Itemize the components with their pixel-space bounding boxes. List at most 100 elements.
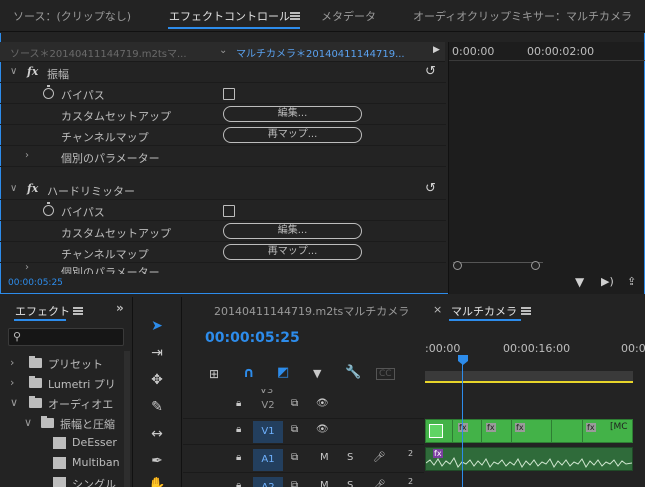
expand-chevron-icon[interactable]: › <box>10 356 14 369</box>
play-audio-icon[interactable]: ▶) <box>601 275 614 288</box>
edit-button[interactable]: 編集... <box>223 223 362 239</box>
param-row-individual-params[interactable]: › 個別のパラメーター <box>0 264 446 274</box>
ripple-edit-tool-icon[interactable]: ✥ <box>147 370 167 390</box>
selection-tool-icon[interactable]: ➤ <box>147 316 167 336</box>
zoom-handle-right[interactable] <box>531 261 540 270</box>
stopwatch-icon[interactable] <box>43 202 54 216</box>
video-clip-multicam[interactable]: fx fx fx fx [MC <box>425 419 633 443</box>
tab-sequence-2[interactable]: マルチカメラ <box>451 303 517 319</box>
settings-wrench-icon[interactable]: 🔧 <box>345 365 361 380</box>
fx-toggle-icon[interactable]: fx <box>27 182 38 195</box>
tree-item-audio-effects[interactable]: ∨ オーディオエ <box>0 393 126 413</box>
effect-header-hard-limiter[interactable]: ∨ fx ハードリミッター ↺ <box>0 180 446 200</box>
tree-item-amplitude-compression[interactable]: ∨ 振幅と圧縮 <box>0 413 126 433</box>
tab-sequence-1[interactable]: 20140411144719.m2tsマルチカメラ <box>214 303 409 319</box>
snap-icon[interactable]: ∩ <box>243 365 254 381</box>
tree-item-lumetri-presets[interactable]: › Lumetri プリ <box>0 373 126 393</box>
lock-icon[interactable]: 🔒︎ <box>236 424 241 435</box>
panel-menu-icon[interactable] <box>521 307 531 315</box>
sync-lock-icon[interactable]: ⧉ <box>291 398 298 409</box>
solo-button[interactable]: S <box>347 452 353 463</box>
hand-tool-icon[interactable]: ✋ <box>147 475 167 487</box>
effects-search-input[interactable]: ⚲ <box>8 328 124 346</box>
playhead-line[interactable] <box>462 363 463 487</box>
edit-button[interactable]: 編集... <box>223 106 362 122</box>
tab-source[interactable]: ソース：(クリップなし) <box>13 8 131 24</box>
lock-icon[interactable]: 🔒︎ <box>236 452 241 463</box>
reset-parameter-icon[interactable]: ↺ <box>425 181 436 196</box>
zoom-handle-left[interactable] <box>453 261 462 270</box>
microphone-icon[interactable]: 🎤︎ <box>373 480 386 487</box>
captions-icon[interactable]: CC <box>376 368 395 380</box>
remap-button[interactable]: 再マップ... <box>223 127 362 143</box>
nest-toggle-icon[interactable]: ⊞ <box>209 367 219 381</box>
effect-controls-timeline[interactable]: 0:00:00 00:00:02:00 <box>448 42 645 294</box>
tree-item-single-band[interactable]: シングル <box>0 473 126 487</box>
collapse-chevron-icon[interactable]: ∨ <box>10 66 17 77</box>
panel-title[interactable]: エフェクト <box>15 303 70 319</box>
collapse-chevron-icon[interactable]: ∨ <box>10 183 17 194</box>
track-target-a2[interactable]: A2 <box>253 477 283 487</box>
effects-panel: エフェクト » ⚲ › プリセット › Lumetri プリ ∨ オーディオエ … <box>0 297 133 487</box>
audio-clip-a1[interactable]: fx <box>425 447 633 471</box>
tree-item-multiband[interactable]: Multiban <box>0 453 126 473</box>
tree-item-deesser[interactable]: DeEsser <box>0 433 126 453</box>
linked-selection-icon[interactable]: ◩ <box>277 365 289 380</box>
track-name[interactable]: V2 <box>253 395 283 417</box>
panel-menu-icon[interactable] <box>290 12 300 20</box>
panel-overflow-icon[interactable]: » <box>116 301 124 315</box>
zoom-scrollbar[interactable] <box>453 262 543 270</box>
lock-icon[interactable]: 🔒︎ <box>236 398 241 409</box>
export-icon[interactable]: ⇪ <box>627 275 636 288</box>
effect-header-amplitude[interactable]: ∨ fx 振幅 ↺ <box>0 63 446 83</box>
sync-lock-icon[interactable]: ⧉ <box>291 452 298 463</box>
timeline-timecode[interactable]: 00:00:05:25 <box>205 330 300 346</box>
sync-lock-icon[interactable]: ⧉ <box>291 424 298 435</box>
bypass-checkbox[interactable] <box>223 88 235 100</box>
solo-button[interactable]: S <box>347 480 353 487</box>
expand-chevron-icon[interactable]: › <box>25 150 29 161</box>
filter-icon[interactable]: ▼ <box>575 275 584 289</box>
reset-parameter-icon[interactable]: ↺ <box>425 64 436 79</box>
scrollbar[interactable] <box>124 351 130 487</box>
mute-button[interactable]: M <box>320 480 329 487</box>
tab-metadata[interactable]: メタデータ <box>321 8 376 24</box>
pen-tool-icon[interactable]: ✒ <box>147 451 167 471</box>
ec-timecode[interactable]: 00:00:05:25 <box>8 278 63 288</box>
close-tab-icon[interactable]: × <box>433 303 442 316</box>
add-marker-icon[interactable]: ▼ <box>313 367 321 380</box>
cut-line <box>551 420 552 442</box>
show-timeline-toggle-icon[interactable]: ▶ <box>433 45 440 55</box>
track-select-tool-icon[interactable]: ⇥ <box>147 343 167 363</box>
microphone-icon[interactable]: 🎤︎ <box>373 452 386 463</box>
eye-icon[interactable]: 👁︎ <box>316 424 329 435</box>
razor-tool-icon[interactable]: ✎ <box>147 397 167 417</box>
expand-chevron-icon[interactable]: › <box>25 264 29 273</box>
stopwatch-icon[interactable] <box>43 85 54 99</box>
panel-menu-icon[interactable] <box>73 307 83 315</box>
remap-button[interactable]: 再マップ... <box>223 244 362 260</box>
tree-item-presets[interactable]: › プリセット <box>0 353 126 373</box>
search-icon: ⚲ <box>13 330 22 343</box>
ruler-label: 00:00:02:00 <box>527 45 595 58</box>
sequence-clip-selector[interactable]: マルチカメラ＊20140411144719... <box>236 45 405 60</box>
mute-button[interactable]: M <box>320 452 329 463</box>
clip-dropdown-arrow-icon[interactable]: ⌄ <box>219 45 227 56</box>
slip-tool-icon[interactable]: ↔ <box>147 424 167 444</box>
tab-effect-controls[interactable]: エフェクトコントロール <box>169 8 290 24</box>
track-target-a1[interactable]: A1 <box>253 449 283 471</box>
expand-chevron-icon[interactable]: › <box>10 376 14 389</box>
eye-icon[interactable]: 👁︎ <box>316 398 329 409</box>
collapse-chevron-icon[interactable]: ∨ <box>10 396 18 409</box>
time-ruler[interactable]: :00:00 00:00:16:00 00:00:3 <box>425 337 645 369</box>
param-row-individual-params[interactable]: › 個別のパラメーター <box>0 147 446 167</box>
sync-lock-icon[interactable]: ⧉ <box>291 480 298 487</box>
effect-name: ハードリミッター <box>47 185 135 198</box>
fx-toggle-icon[interactable]: fx <box>27 65 38 78</box>
bypass-checkbox[interactable] <box>223 205 235 217</box>
tree-item-label: シングル <box>72 478 116 487</box>
collapse-chevron-icon[interactable]: ∨ <box>24 416 32 429</box>
track-target-v1[interactable]: V1 <box>253 421 283 443</box>
lock-icon[interactable]: 🔒︎ <box>236 480 241 487</box>
tab-audio-clip-mixer[interactable]: オーディオクリップミキサー：マルチカメラ <box>413 8 632 24</box>
